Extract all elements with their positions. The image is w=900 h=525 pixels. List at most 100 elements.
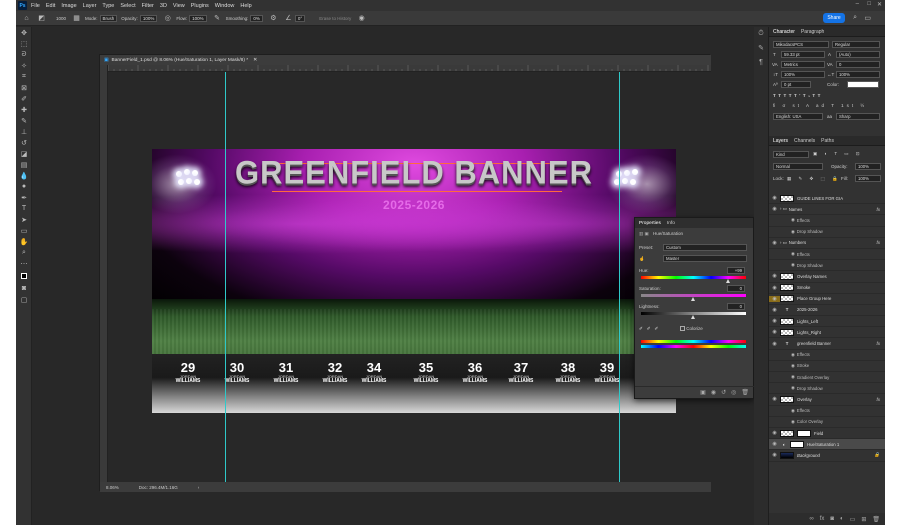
menu-edit[interactable]: Edit (46, 3, 55, 9)
type-style-buttons[interactable]: TTTTT′T₁TT (773, 93, 823, 98)
layer-row[interactable]: ◉ Tgreenfield Banner fx (769, 338, 885, 350)
blend-mode-select[interactable]: Normal (773, 163, 823, 170)
visibility-eye-icon[interactable]: ◉ (769, 273, 780, 279)
brush-settings-icon[interactable]: ✎ (754, 41, 768, 55)
visibility-eye-icon[interactable]: ◉ (769, 240, 780, 246)
visibility-icon[interactable]: ◎ (731, 389, 736, 396)
angle-input[interactable]: 0° (294, 14, 306, 22)
tab-properties[interactable]: Properties (639, 221, 661, 226)
effect-eye-icon[interactable]: ◉ (791, 229, 795, 235)
mode-select[interactable]: Brush (99, 14, 118, 22)
effect-eye-icon[interactable]: ◉ (791, 374, 795, 380)
tab-paragraph[interactable]: Paragraph (801, 29, 824, 35)
more-tools-icon[interactable]: ⋯ (16, 258, 32, 269)
tab-layers[interactable]: Layers (773, 138, 788, 144)
hue-value[interactable]: +99 (727, 267, 745, 274)
quick-select-tool-icon[interactable]: ✧ (16, 60, 32, 71)
link-layers-icon[interactable]: ∞ (809, 516, 813, 522)
canvas-area[interactable]: GREENFIELD BANNER 2025-2026 29 JORDAN WILL… (108, 72, 755, 482)
eyedropper-tool-icon[interactable]: ✐ (16, 93, 32, 104)
vscale-input[interactable]: 100% (781, 71, 825, 78)
tab-paths[interactable]: Paths (821, 138, 834, 144)
tab-character[interactable]: Character (773, 29, 795, 35)
menu-image[interactable]: Image (61, 3, 76, 9)
lightness-thumb[interactable] (691, 315, 695, 319)
saturation-value[interactable]: 0 (727, 285, 745, 292)
layer-row[interactable]: ◉ GUIDE LINES FOR GIA (769, 193, 885, 205)
fx-badge-icon[interactable]: fx (876, 397, 880, 402)
menu-select[interactable]: Select (120, 3, 135, 9)
smoothing-input[interactable]: 0% (250, 14, 263, 22)
visibility-eye-icon[interactable]: ◉ (769, 285, 780, 291)
folder-icon[interactable]: › ▭ (780, 240, 787, 246)
smoothing-settings-icon[interactable]: ⚙ (269, 14, 278, 23)
reset-icon[interactable]: ↺ (721, 389, 726, 396)
document-tab[interactable]: ▣ BannerField_1.psd @ 8.06% (Hue/Saturat… (100, 55, 711, 65)
blur-tool-icon[interactable]: 💧 (16, 170, 32, 181)
screen-mode-icon[interactable]: ▢ (16, 294, 32, 305)
leading-input[interactable]: (Auto) (836, 51, 880, 58)
layer-effect-row[interactable]: ◉ Effects (769, 249, 885, 261)
visibility-eye-icon[interactable]: ◉ (769, 452, 780, 458)
fx-badge-icon[interactable]: fx (876, 341, 880, 346)
kerning-input[interactable]: Metrics (781, 61, 825, 68)
visibility-eye-icon[interactable]: ◉ (769, 318, 780, 324)
layer-row[interactable]: ◉ Field (769, 428, 885, 440)
color-swatches-icon[interactable] (16, 269, 32, 283)
layer-mask-thumbnail[interactable] (797, 429, 811, 437)
doc-size[interactable]: Doc: 296.4M/1.16G (139, 485, 178, 490)
clip-icon[interactable]: ▣ (700, 389, 706, 396)
new-layer-icon[interactable]: ⊞ (861, 516, 866, 523)
view-previous-icon[interactable]: ◉ (711, 389, 716, 396)
font-style-select[interactable]: Regular (832, 41, 880, 48)
baseline-input[interactable]: 0 pt (781, 81, 811, 88)
crop-tool-icon[interactable]: ⌗ (16, 71, 32, 82)
layer-row[interactable]: ◉ ◐ Hue/Saturation 1 (769, 439, 885, 451)
erase-to-history-label[interactable]: Erase to History (319, 16, 351, 21)
banner-artwork[interactable]: GREENFIELD BANNER 2025-2026 29 JORDAN WILL… (152, 149, 676, 413)
adjustment-layer-icon[interactable]: ◐ (840, 516, 844, 522)
effect-eye-icon[interactable]: ◉ (791, 408, 795, 414)
layer-opacity-input[interactable]: 100% (855, 163, 881, 170)
home-icon[interactable]: ⌂ (22, 14, 31, 23)
guide-line-left[interactable] (225, 72, 226, 482)
airbrush-icon[interactable]: ✎ (213, 14, 222, 23)
effect-eye-icon[interactable]: ◉ (791, 251, 795, 257)
layer-effect-row[interactable]: ◉ Stroke (769, 361, 885, 372)
delete-layer-icon[interactable]: 🗑 (872, 516, 880, 523)
visibility-eye-icon[interactable]: ◉ (769, 396, 780, 402)
new-group-icon[interactable]: ▭ (850, 516, 856, 523)
layer-row[interactable]: ◉ Lights_Right (769, 327, 885, 339)
menu-type[interactable]: Type (102, 3, 114, 9)
fx-icon[interactable]: fx (820, 516, 825, 522)
layer-effect-row[interactable]: ◉ Effects (769, 406, 885, 417)
stamp-tool-icon[interactable]: ⊥ (16, 126, 32, 137)
brush-panel-icon[interactable]: ▦ (72, 14, 81, 23)
marquee-tool-icon[interactable]: ⬚ (16, 38, 32, 49)
hand-tool-icon[interactable]: ✋ (16, 236, 32, 247)
gradient-tool-icon[interactable]: ▤ (16, 159, 32, 170)
text-color-swatch[interactable] (847, 81, 879, 88)
layer-effect-row[interactable]: ◉ Color Overlay (769, 417, 885, 428)
font-size-input[interactable]: 59.33 pt (781, 51, 825, 58)
pressure-size-icon[interactable]: ◉ (357, 14, 366, 23)
history-panel-icon[interactable]: ⏱ (754, 27, 768, 41)
guide-line-right[interactable] (619, 72, 620, 482)
fill-input[interactable]: 100% (855, 175, 881, 182)
menu-file[interactable]: File (31, 3, 40, 9)
hue-slider[interactable] (641, 276, 746, 279)
layer-effect-row[interactable]: ◉ Effects (769, 215, 885, 227)
effect-eye-icon[interactable]: ◉ (791, 385, 795, 391)
move-tool-icon[interactable]: ✥ (16, 27, 32, 38)
lock-icons[interactable]: ▦ ✎ ✥ ⬚ 🔒 (787, 176, 841, 182)
effect-eye-icon[interactable]: ◉ (791, 217, 795, 223)
layer-row[interactable]: ◉ › ▭ Numbers fx (769, 238, 885, 249)
visibility-eye-icon[interactable]: ◉ (769, 430, 780, 436)
visibility-eye-icon[interactable]: ◉ (769, 441, 780, 447)
layer-effect-row[interactable]: ◉ Effects (769, 350, 885, 361)
effect-eye-icon[interactable]: ◉ (791, 419, 795, 425)
layer-effect-row[interactable]: ◉ Drop Shadow (769, 260, 885, 272)
channel-select[interactable]: Master (663, 255, 747, 262)
saturation-thumb[interactable] (691, 297, 695, 301)
hscale-input[interactable]: 100% (836, 71, 880, 78)
